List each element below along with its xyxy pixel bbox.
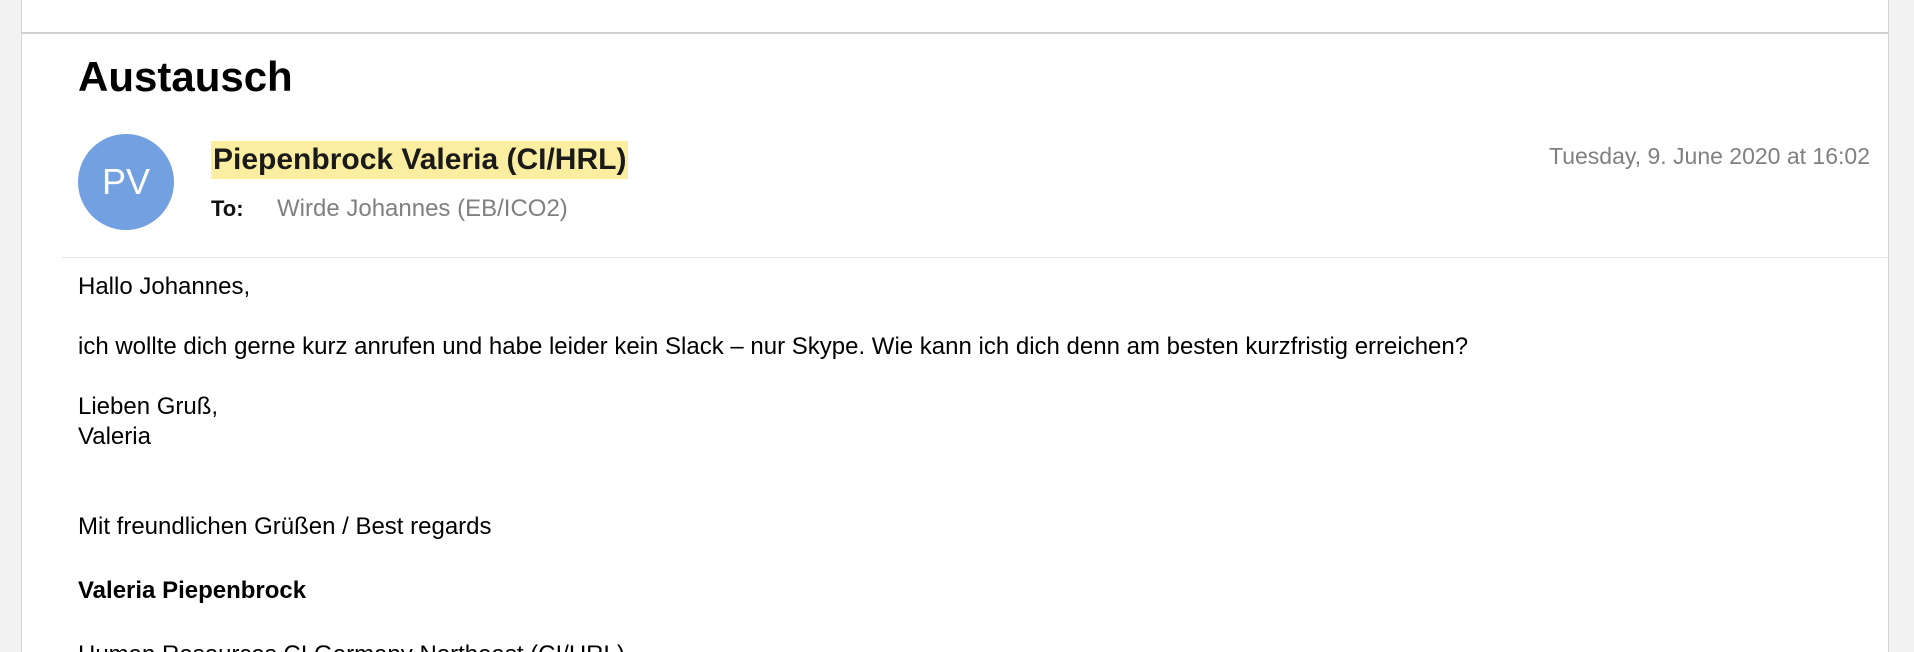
sender-name[interactable]: Piepenbrock Valeria (CI/HRL) bbox=[211, 141, 629, 179]
signature-name: Valeria Piepenbrock bbox=[78, 577, 307, 604]
body-greeting: Hallo Johannes, bbox=[78, 273, 251, 300]
header-divider bbox=[62, 257, 1888, 258]
body-paragraph: ich wollte dich gerne kurz anrufen und h… bbox=[78, 333, 1469, 360]
recipient-name[interactable]: Wirde Johannes (EB/ICO2) bbox=[277, 195, 568, 223]
message-date: Tuesday, 9. June 2020 at 16:02 bbox=[1549, 143, 1870, 169]
message-subject: Austausch bbox=[78, 53, 293, 100]
message-window: Austausch PV Piepenbrock Valeria (CI/HRL… bbox=[21, 0, 1889, 652]
body-closing-line: Lieben Gruß, bbox=[78, 393, 219, 420]
signature-regards: Mit freundlichen Grüßen / Best regards bbox=[78, 513, 492, 540]
body-closing-name: Valeria bbox=[78, 423, 151, 450]
message-body: Hallo Johannes, ich wollte dich gerne ku… bbox=[78, 272, 1868, 652]
toolbar-strip bbox=[22, 0, 1888, 34]
sender-avatar[interactable]: PV bbox=[78, 134, 174, 230]
avatar-initials: PV bbox=[101, 161, 151, 202]
signature-department: Human Resources CI Germany Northeast (CI… bbox=[78, 640, 1868, 652]
to-label: To: bbox=[211, 196, 244, 221]
